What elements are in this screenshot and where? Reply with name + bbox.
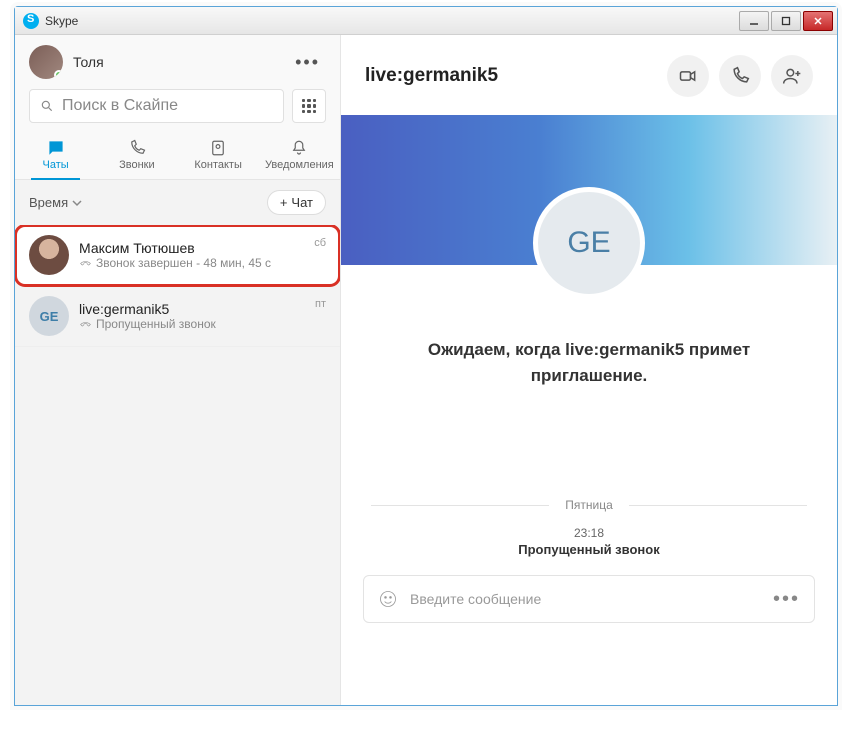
chat-time: пт (315, 298, 326, 310)
skype-icon (23, 13, 39, 29)
maximize-button[interactable] (771, 11, 801, 31)
add-person-button[interactable] (771, 55, 813, 97)
chat-item[interactable]: GE live:germanik5 Пропущенный звонок пт (15, 286, 340, 347)
call-ended-icon (79, 257, 92, 270)
chat-list: Максим Тютюшев Звонок завершен - 48 мин,… (15, 225, 340, 705)
chat-avatar: GE (29, 296, 69, 336)
search-placeholder: Поиск в Скайпе (62, 97, 178, 115)
day-label: Пятница (565, 498, 613, 512)
tab-label: Контакты (194, 159, 242, 171)
chat-meta: Максим Тютюшев Звонок завершен - 48 мин,… (79, 240, 304, 270)
tab-chats[interactable]: Чаты (15, 133, 96, 179)
chat-avatar (29, 235, 69, 275)
current-user-row[interactable]: Толя ••• (15, 35, 340, 89)
search-icon (40, 99, 54, 113)
minimize-button[interactable] (739, 11, 769, 31)
chevron-down-icon (72, 198, 82, 208)
more-menu-icon[interactable]: ••• (289, 52, 326, 73)
sidebar: Толя ••• Поиск в Скайпе Чаты (15, 35, 341, 705)
video-icon (678, 66, 698, 86)
nav-tabs: Чаты Звонки Контакты Уведомления (15, 133, 340, 180)
video-call-button[interactable] (667, 55, 709, 97)
phone-icon (730, 66, 750, 86)
contacts-icon (209, 139, 227, 157)
call-text: Пропущенный звонок (341, 542, 837, 557)
presence-indicator-icon (54, 70, 63, 79)
chat-subtitle: Звонок завершен - 48 мин, 45 с (79, 256, 304, 270)
day-divider: Пятница (341, 498, 837, 512)
profile-banner: GE (341, 115, 837, 265)
bell-icon (290, 139, 308, 157)
dialpad-icon (302, 99, 316, 113)
audio-call-button[interactable] (719, 55, 761, 97)
user-avatar[interactable] (29, 45, 63, 79)
message-composer[interactable]: Введите сообщение ••• (363, 575, 815, 623)
user-display-name: Толя (73, 54, 289, 70)
filter-dropdown[interactable]: Время (29, 195, 267, 210)
tab-calls[interactable]: Звонки (96, 133, 177, 179)
conversation-title: live:germanik5 (365, 65, 657, 87)
call-time: 23:18 (341, 526, 837, 540)
window-title: Skype (45, 14, 739, 28)
chat-header: live:germanik5 (341, 35, 837, 115)
phone-icon (128, 139, 146, 157)
contact-avatar[interactable]: GE (533, 187, 645, 299)
missed-call-log: 23:18 Пропущенный звонок (341, 526, 837, 557)
new-chat-button[interactable]: + Чат (267, 190, 326, 215)
filter-label-text: Время (29, 195, 68, 210)
dialpad-button[interactable] (292, 89, 326, 123)
window-buttons (739, 11, 833, 31)
tab-label: Звонки (119, 159, 155, 171)
chat-item[interactable]: Максим Тютюшев Звонок завершен - 48 мин,… (15, 225, 340, 286)
chat-name: live:germanik5 (79, 301, 305, 317)
titlebar: Skype (15, 7, 837, 35)
app-body: Толя ••• Поиск в Скайпе Чаты (15, 35, 837, 705)
new-chat-label: Чат (291, 195, 313, 210)
app-window: Skype Толя ••• Поиск в Скайпе (14, 6, 838, 706)
tab-notifications[interactable]: Уведомления (259, 133, 340, 179)
chat-subtitle: Пропущенный звонок (79, 317, 305, 331)
chat-icon (47, 139, 65, 157)
search-input[interactable]: Поиск в Скайпе (29, 89, 284, 123)
person-add-icon (782, 66, 802, 86)
tab-label: Уведомления (265, 159, 334, 171)
tab-label: Чаты (43, 159, 69, 171)
invite-message: Ожидаем, когда live:germanik5 примет при… (341, 337, 837, 388)
chat-time: сб (314, 237, 326, 249)
chat-name: Максим Тютюшев (79, 240, 304, 256)
filter-row: Время + Чат (15, 180, 340, 225)
emoji-icon[interactable] (378, 589, 398, 609)
composer-more-icon[interactable]: ••• (773, 588, 800, 611)
plus-icon: + (280, 195, 288, 210)
chat-meta: live:germanik5 Пропущенный звонок (79, 301, 305, 331)
tab-contacts[interactable]: Контакты (178, 133, 259, 179)
search-row: Поиск в Скайпе (15, 89, 340, 133)
missed-call-icon (79, 318, 92, 331)
composer-placeholder: Введите сообщение (410, 591, 761, 607)
conversation-panel: live:germanik5 GE Ожидаем, когда live:ge… (341, 35, 837, 705)
close-button[interactable] (803, 11, 833, 31)
